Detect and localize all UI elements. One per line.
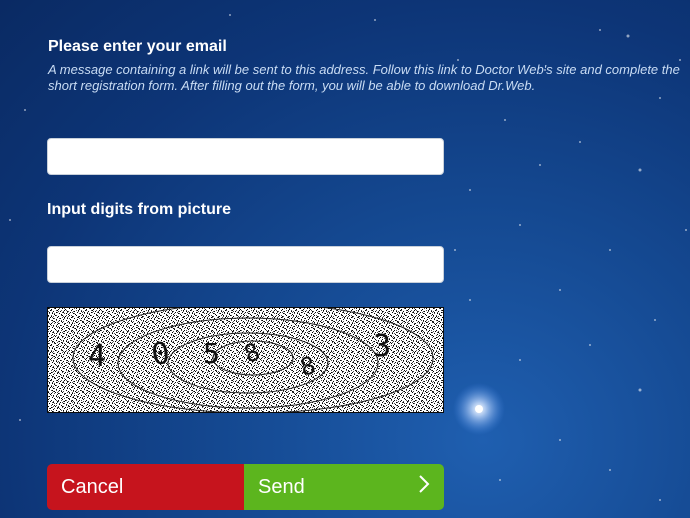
email-description: A message containing a link will be sent… (48, 62, 680, 93)
captcha-label: Input digits from picture (47, 201, 231, 218)
captcha-digit: 4 (88, 339, 106, 374)
captcha-input[interactable] (47, 246, 444, 283)
captcha-digit: 5 (203, 337, 220, 370)
cancel-label: Cancel (61, 475, 124, 498)
captcha-image: 405883 (47, 307, 444, 413)
captcha-digit: 3 (373, 329, 391, 364)
send-button[interactable]: Send (244, 464, 444, 510)
email-input[interactable] (47, 138, 444, 175)
action-buttons: Cancel Send (47, 464, 444, 510)
email-title: Please enter your email (48, 38, 227, 55)
chevron-right-icon (418, 474, 430, 500)
cancel-button[interactable]: Cancel (47, 464, 244, 510)
captcha-noise: 4 0 5 8 83 (48, 308, 443, 412)
send-label: Send (258, 475, 305, 498)
